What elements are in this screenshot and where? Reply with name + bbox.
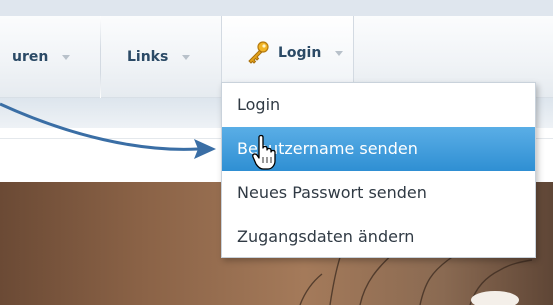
key-icon <box>246 40 270 64</box>
chevron-down-icon <box>62 55 71 60</box>
chevron-down-icon <box>182 55 191 60</box>
menu-item-benutzername-senden[interactable]: Benutzername senden <box>222 127 535 171</box>
menu-item-neues-passwort-senden[interactable]: Neues Passwort senden <box>222 171 535 215</box>
login-dropdown-menu: Login Benutzername senden Neues Passwort… <box>221 82 536 258</box>
nav-item-label: Login <box>278 45 322 61</box>
top-strip <box>0 0 553 16</box>
nav-item-touren[interactable]: uren <box>0 16 100 98</box>
chevron-down-icon <box>335 51 344 56</box>
nav-item-links[interactable]: Links <box>101 16 221 98</box>
nav-item-label: Links <box>127 49 169 65</box>
nav-item-label: uren <box>12 49 49 65</box>
menu-item-zugangsdaten-aendern[interactable]: Zugangsdaten ändern <box>222 215 535 259</box>
menu-item-login[interactable]: Login <box>222 83 535 127</box>
